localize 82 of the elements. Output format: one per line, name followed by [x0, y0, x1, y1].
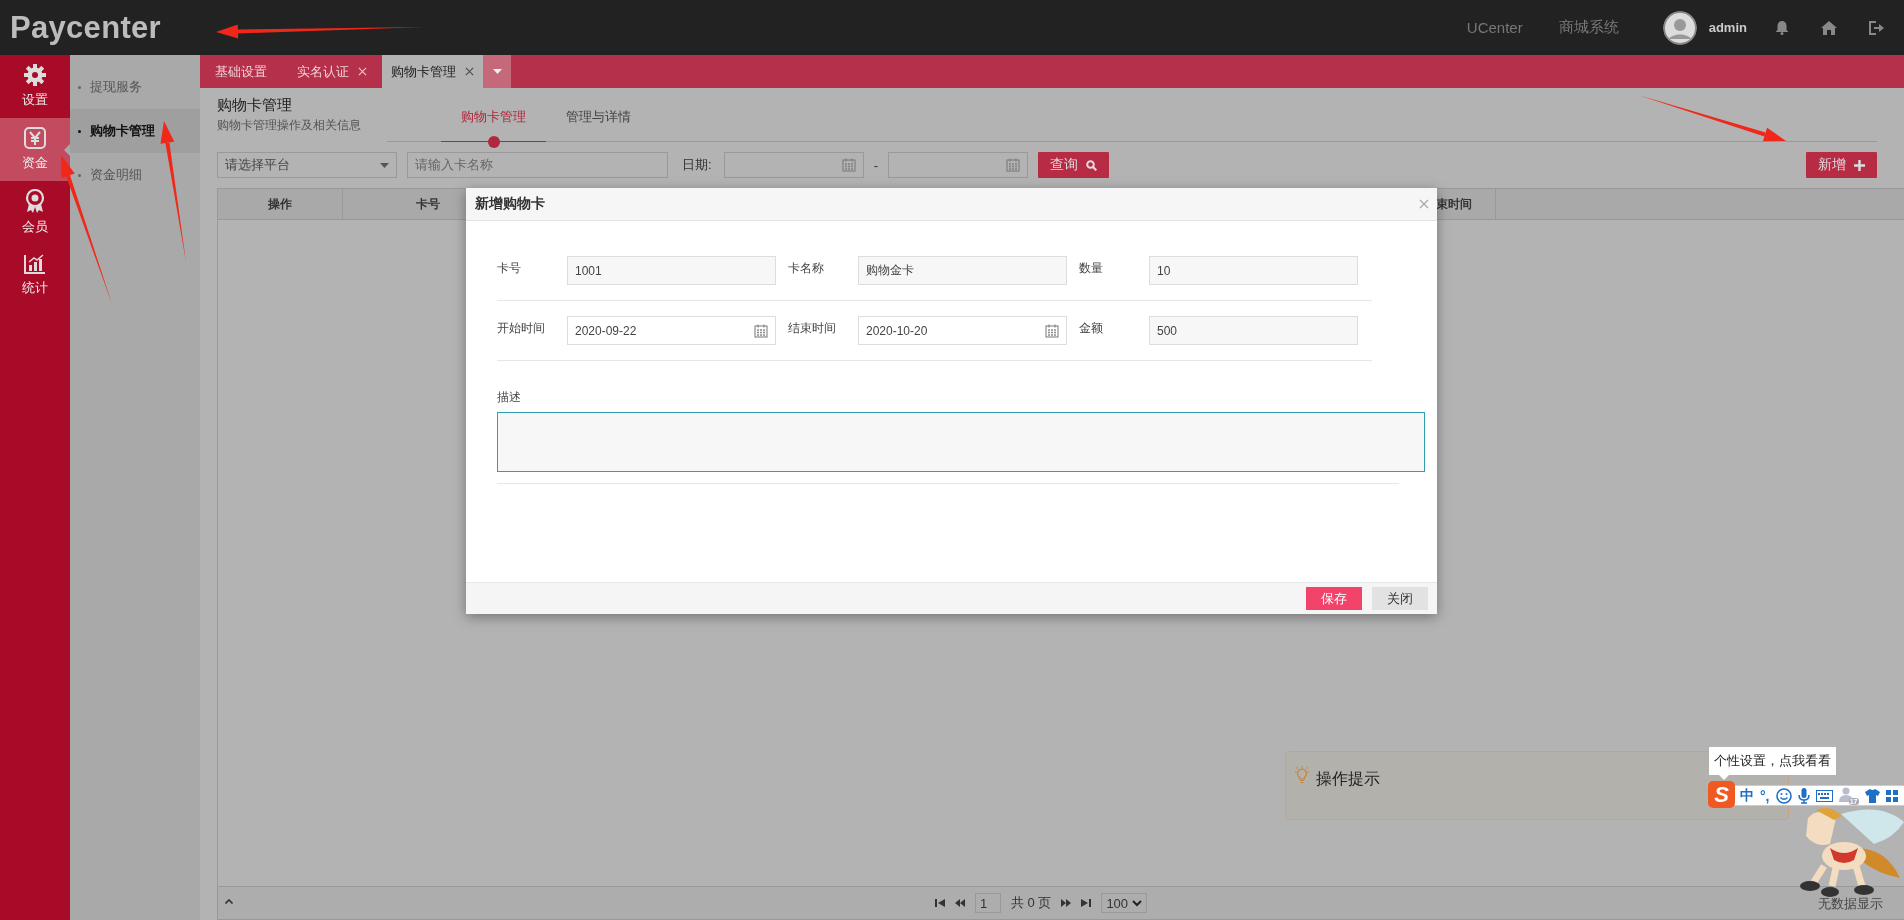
column-header[interactable]: 操作 [218, 189, 343, 219]
field-label: 描述 [497, 389, 522, 406]
header-link[interactable]: 商城系统 [1558, 18, 1619, 37]
tab[interactable]: 实名认证 [282, 55, 382, 88]
grid-icon[interactable] [1885, 789, 1898, 802]
field-label: 结束时间 [788, 320, 837, 337]
search-icon [1085, 159, 1097, 171]
tab[interactable]: 基础设置 [200, 55, 282, 88]
calendar-icon [1005, 158, 1020, 172]
caret-icon [380, 162, 389, 168]
field-label: 卡名称 [788, 260, 825, 277]
date-field[interactable]: 2020-10-20 [858, 316, 1067, 345]
page-size-select[interactable]: 100 [1101, 893, 1148, 913]
calendar-icon [754, 323, 768, 338]
shirt-icon[interactable] [1864, 788, 1880, 803]
keyboard-icon[interactable] [1815, 789, 1833, 802]
empty-message: 无数据显示 [1818, 895, 1883, 913]
smiley-icon[interactable] [1775, 787, 1792, 804]
field-label: 开始时间 [497, 320, 546, 337]
description-field[interactable] [497, 412, 1425, 472]
nav-item[interactable]: 会员 [0, 181, 70, 244]
ime-logo[interactable]: S [1708, 781, 1735, 808]
header-link[interactable]: UCenter [1466, 19, 1523, 36]
calendar-icon [841, 158, 856, 172]
gear-icon [24, 64, 46, 86]
close-button[interactable]: 关闭 [1372, 587, 1428, 610]
date-label: 日期: [682, 156, 712, 174]
punctuation-toggle[interactable]: °, [1760, 787, 1770, 804]
nav-item[interactable]: 资金 [0, 118, 70, 181]
platform-select[interactable]: 请选择平台 [217, 152, 397, 178]
calendar-icon [1045, 323, 1059, 338]
light-bulb-icon [1294, 766, 1310, 784]
input-mode-toggle[interactable]: 中 [1740, 786, 1754, 805]
user-name[interactable]: admin [1708, 20, 1747, 35]
bar-chart-icon [24, 254, 46, 274]
previous-page-icon[interactable] [954, 899, 965, 907]
microphone-icon[interactable] [1797, 787, 1810, 804]
menu-item[interactable]: 购物卡管理 [70, 109, 200, 153]
last-page-icon[interactable] [1081, 899, 1092, 907]
avatar[interactable] [1662, 10, 1697, 45]
save-button[interactable]: 保存 [1306, 587, 1362, 610]
search-button[interactable]: 查询 [1037, 152, 1109, 178]
field-label: 卡号 [497, 260, 522, 277]
field-label: 数量 [1079, 260, 1104, 277]
close-icon[interactable] [465, 67, 474, 76]
nav-item[interactable]: 统计 [0, 244, 70, 307]
page-total: 共 0 页 [1010, 894, 1052, 912]
award-icon [24, 189, 46, 213]
app-logo[interactable]: Paycenter [10, 9, 161, 46]
end-date-field[interactable] [887, 152, 1028, 178]
active-indicator [487, 136, 500, 148]
page-title: 购物卡管理 [217, 96, 293, 115]
input-field[interactable]: 1001 [567, 256, 776, 285]
caret-icon [492, 69, 502, 74]
caret-up-icon[interactable] [225, 899, 233, 904]
tips-title: 操作提示 [1316, 769, 1380, 789]
date-field[interactable]: 2020-09-22 [567, 316, 776, 345]
add-button[interactable]: 新增 [1806, 152, 1877, 178]
menu-item[interactable]: 资金明细 [70, 153, 200, 197]
field-label: 金额 [1079, 320, 1104, 337]
page-subtitle: 购物卡管理操作及相关信息 [217, 117, 362, 134]
logout-icon[interactable] [1869, 20, 1884, 35]
yen-icon [24, 127, 46, 149]
input-field[interactable]: 500 [1149, 316, 1358, 345]
sub-tab[interactable]: 购物卡管理 [441, 88, 546, 148]
tooltip: 个性设置，点我看看 [1709, 747, 1836, 780]
home-icon[interactable] [1821, 20, 1837, 35]
start-date-field[interactable] [723, 152, 864, 178]
next-page-icon[interactable] [1061, 899, 1072, 907]
input-field[interactable]: 购物金卡 [858, 256, 1067, 285]
page-number-field[interactable]: 1 [974, 893, 1001, 913]
tab[interactable]: 购物卡管理 [382, 55, 483, 88]
input-field[interactable]: 10 [1149, 256, 1358, 285]
card-name-field[interactable]: 请输入卡名称 [407, 152, 668, 178]
date-separator: - [873, 157, 878, 173]
plus-icon [1854, 159, 1865, 171]
nav-item[interactable]: 设置 [0, 55, 70, 118]
chevron-down-icon [1132, 899, 1143, 907]
bell-icon[interactable] [1775, 20, 1789, 35]
sub-tab[interactable]: 管理与详情 [546, 88, 651, 141]
first-page-icon[interactable] [934, 899, 945, 907]
menu-item[interactable]: 提现服务 [70, 65, 200, 109]
